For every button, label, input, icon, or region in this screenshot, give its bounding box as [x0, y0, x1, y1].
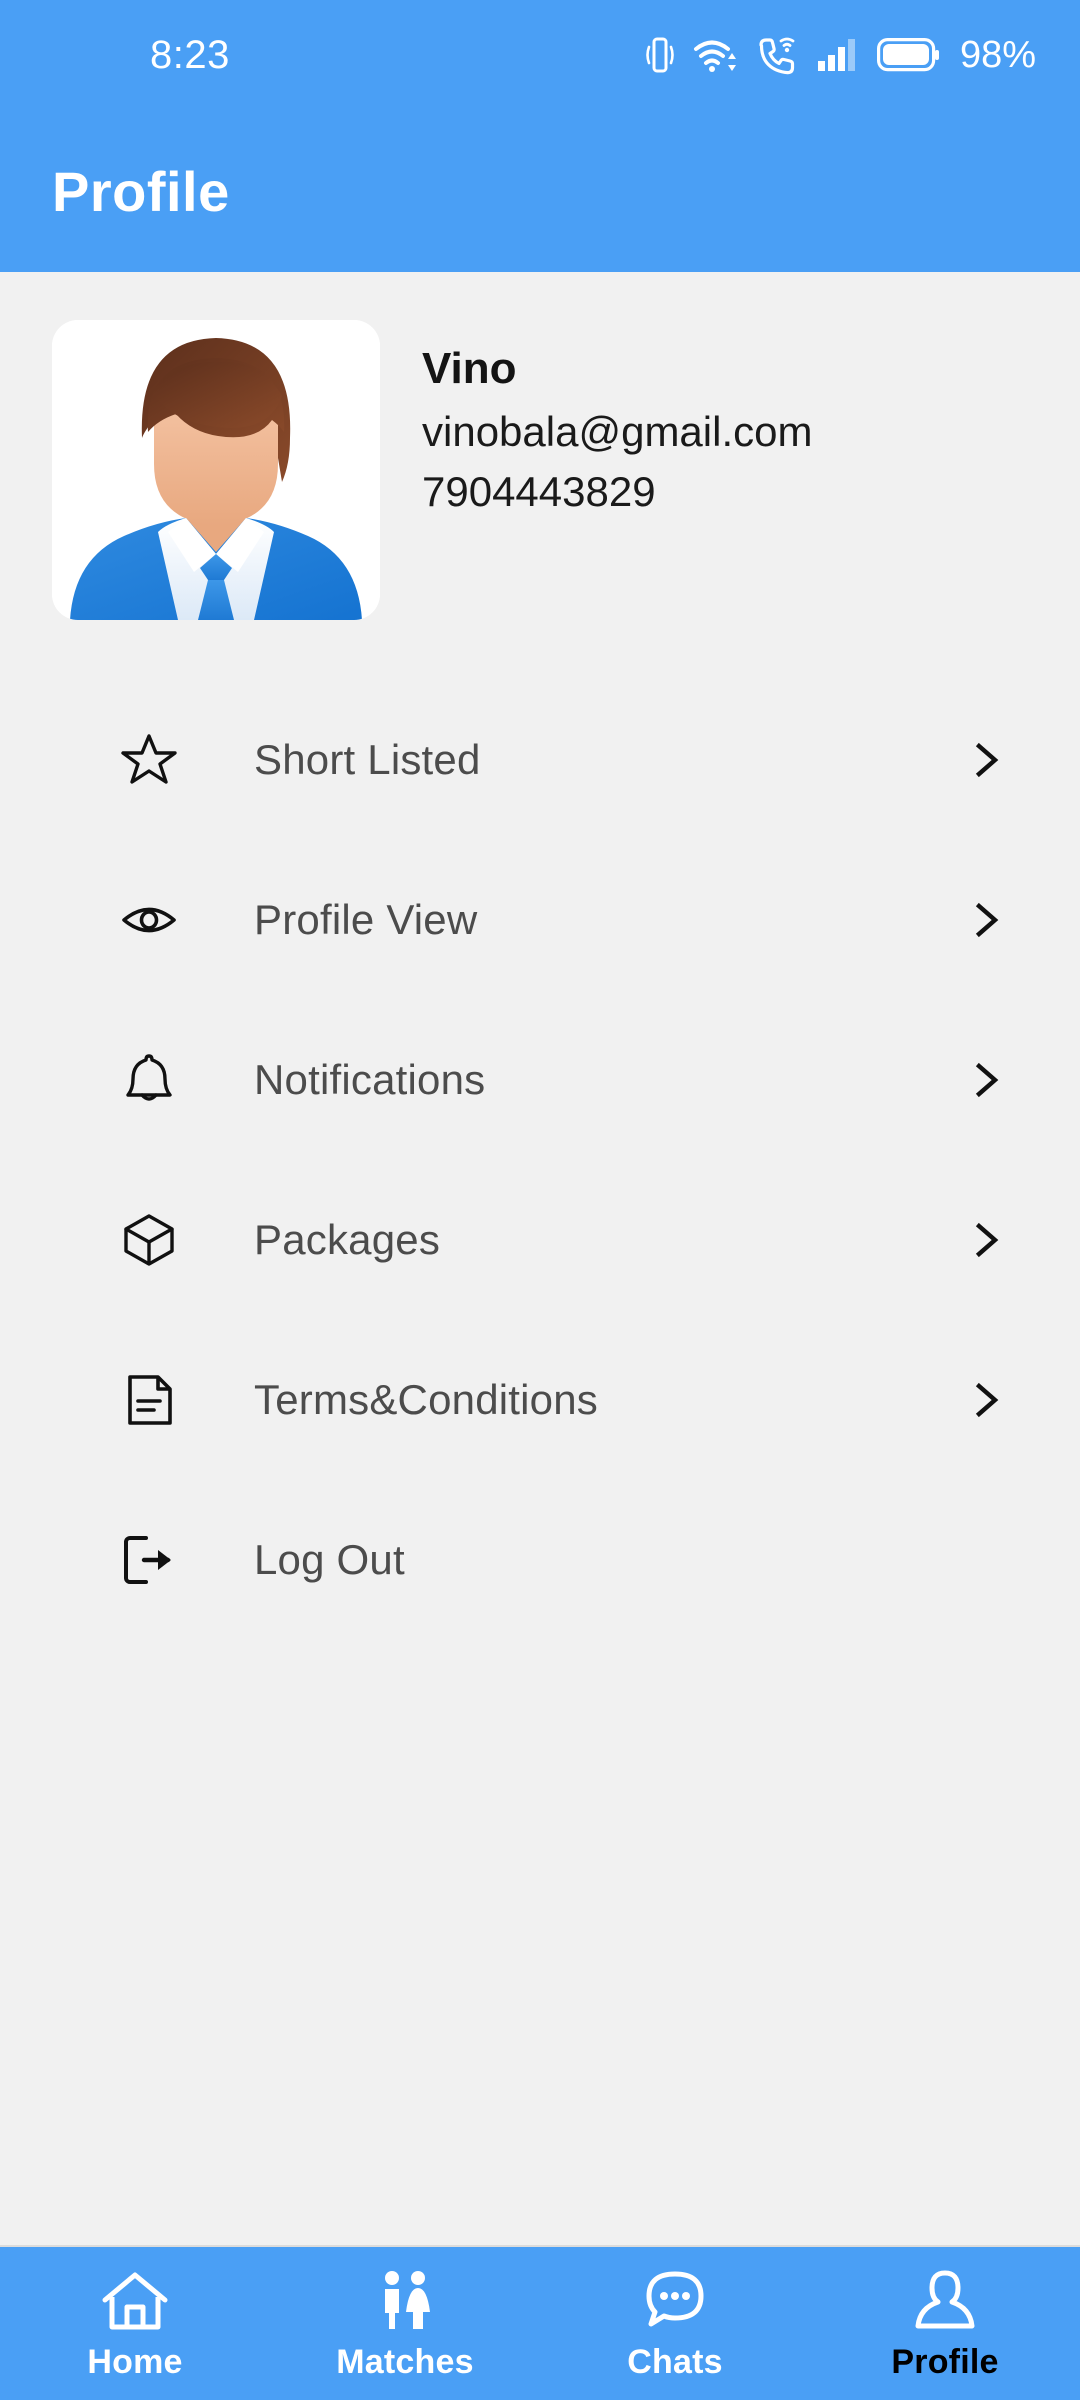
star-icon: [118, 729, 180, 791]
app-bar: Profile: [0, 110, 1080, 272]
couple-icon: [369, 2265, 441, 2337]
profile-summary: Vino vinobala@gmail.com 7904443829: [0, 272, 1080, 620]
home-icon: [99, 2265, 171, 2337]
page-title: Profile: [52, 159, 230, 223]
vowifi-call-icon: [755, 33, 799, 77]
wifi-icon: [692, 33, 738, 77]
nav-item-home[interactable]: Home: [0, 2247, 270, 2400]
person-icon: [909, 2265, 981, 2337]
profile-phone: 7904443829: [422, 468, 656, 516]
profile-menu-list: Short Listed Profile View Notifications …: [0, 680, 1080, 2245]
menu-item-terms-conditions[interactable]: Terms&Conditions: [0, 1320, 1080, 1480]
document-icon: [118, 1369, 180, 1431]
status-icon-group: 98%: [645, 33, 1036, 77]
battery-icon: [876, 38, 939, 72]
nav-item-label: Home: [87, 2343, 183, 2381]
signal-bars-icon: [816, 33, 860, 77]
profile-name: Vino: [422, 344, 517, 393]
nav-item-label: Profile: [891, 2343, 999, 2381]
nav-item-matches[interactable]: Matches: [270, 2247, 540, 2400]
status-time: 8:23: [150, 32, 230, 77]
profile-email: vinobala@gmail.com: [422, 407, 813, 455]
bell-icon: [118, 1049, 180, 1111]
profile-screen: 8:23 98% Profile Vino vinobala@gmail.com…: [0, 0, 1080, 2400]
eye-icon: [118, 889, 180, 951]
box-icon: [118, 1209, 180, 1271]
menu-item-packages[interactable]: Packages: [0, 1160, 1080, 1320]
menu-item-label: Terms&Conditions: [254, 1376, 598, 1423]
vibrate-icon: [645, 33, 675, 77]
nav-item-label: Matches: [336, 2343, 474, 2381]
menu-item-label: Profile View: [254, 896, 478, 943]
menu-item-short-listed[interactable]: Short Listed: [0, 680, 1080, 840]
avatar[interactable]: [52, 320, 380, 620]
nav-item-profile[interactable]: Profile: [810, 2247, 1080, 2400]
chevron-right-icon[interactable]: [964, 1378, 1008, 1422]
user-avatar-illustration: [52, 320, 380, 620]
menu-item-notifications[interactable]: Notifications: [0, 1000, 1080, 1160]
menu-item-label: Log Out: [254, 1536, 405, 1583]
chevron-right-icon[interactable]: [964, 738, 1008, 782]
menu-item-log-out[interactable]: Log Out: [0, 1480, 1080, 1640]
nav-item-label: Chats: [627, 2343, 723, 2381]
menu-item-label: Short Listed: [254, 736, 481, 783]
menu-item-profile-view[interactable]: Profile View: [0, 840, 1080, 1000]
chevron-right-icon[interactable]: [964, 1218, 1008, 1262]
chevron-right-icon[interactable]: [964, 898, 1008, 942]
bottom-navigation-bar: Home Matches Chats Profile: [0, 2245, 1080, 2400]
menu-item-label: Packages: [254, 1216, 441, 1263]
menu-item-label: Notifications: [254, 1056, 486, 1103]
battery-percent-label: 98%: [959, 33, 1036, 76]
logout-icon: [118, 1529, 180, 1591]
nav-item-chats[interactable]: Chats: [540, 2247, 810, 2400]
chat-icon: [639, 2265, 711, 2337]
chevron-right-icon[interactable]: [964, 1058, 1008, 1102]
profile-details: Vino vinobala@gmail.com 7904443829: [422, 320, 812, 519]
menu-spacer: [0, 1640, 1080, 2245]
status-bar: 8:23 98%: [0, 0, 1080, 110]
